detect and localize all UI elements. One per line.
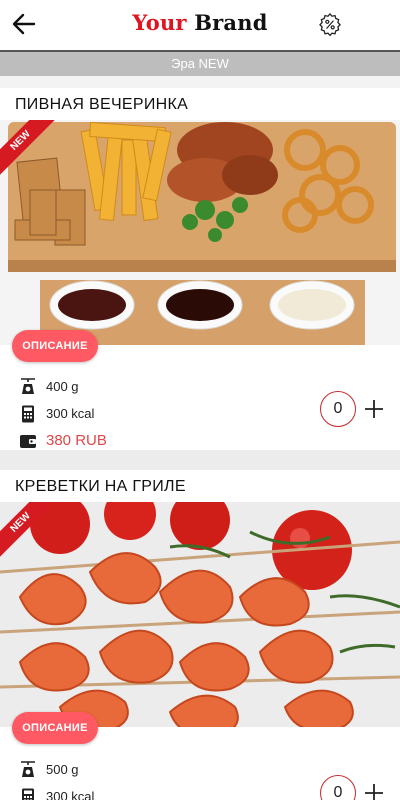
scale-icon xyxy=(21,377,35,394)
brand-part2: Brand xyxy=(194,10,268,35)
brand-part1: Your xyxy=(132,10,187,35)
scale-icon xyxy=(21,760,35,777)
calories-value: 300 kcal xyxy=(46,406,95,421)
calculator-icon xyxy=(22,405,34,422)
description-button[interactable]: ОПИСАНИЕ xyxy=(12,712,98,744)
calories-value: 300 kcal xyxy=(46,789,95,800)
product-photo[interactable]: NEW xyxy=(0,502,400,727)
wallet-icon xyxy=(20,434,36,448)
weight-value: 500 g xyxy=(46,762,79,777)
plus-icon[interactable] xyxy=(364,783,384,800)
section-divider xyxy=(0,76,400,88)
product-info: 500 g 300 kcal xyxy=(18,756,94,800)
product-card: КРЕВЕТКИ НА ГРИЛЕ NEW ОПИСАНИЕ 500 g 300… xyxy=(0,470,400,800)
calculator-icon xyxy=(22,788,34,800)
quantity-counter[interactable]: 0 xyxy=(320,391,356,427)
product-card: ПИВНАЯ ВЕЧЕРИНКА NEW ОПИСАНИЕ 400 g 300 … xyxy=(0,88,400,450)
product-photo[interactable]: NEW xyxy=(0,120,400,345)
percent-badge-icon[interactable] xyxy=(318,12,342,36)
plus-icon[interactable] xyxy=(364,399,384,419)
weight-value: 400 g xyxy=(46,379,79,394)
quantity-counter[interactable]: 0 xyxy=(320,775,356,800)
card-divider xyxy=(0,450,400,470)
category-bar: Эра NEW xyxy=(0,50,400,76)
product-info: 400 g 300 kcal 380 RUB xyxy=(18,373,107,454)
product-title: ПИВНАЯ ВЕЧЕРИНКА xyxy=(15,96,189,113)
description-button[interactable]: ОПИСАНИЕ xyxy=(12,330,98,362)
price-value: 380 RUB xyxy=(46,432,107,449)
app-bar: Your Brand xyxy=(0,0,400,48)
product-title: КРЕВЕТКИ НА ГРИЛЕ xyxy=(15,478,186,495)
